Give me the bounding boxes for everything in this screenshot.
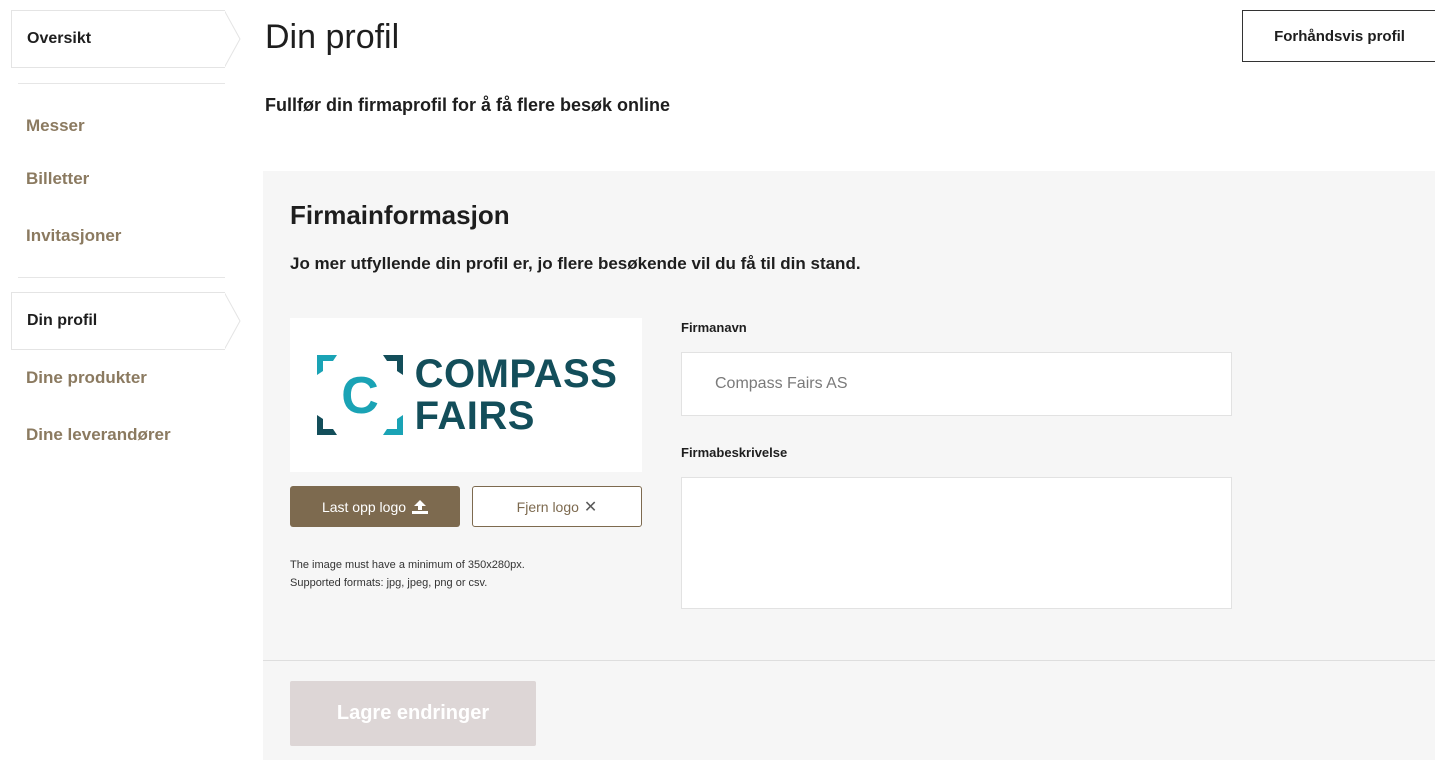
active-arrow-icon <box>224 10 241 68</box>
image-requirements-hint: The image must have a minimum of 350x280… <box>290 556 525 592</box>
sidebar-item-oversikt[interactable]: Oversikt <box>11 10 241 68</box>
sidebar-item-invitasjoner[interactable]: Invitasjoner <box>26 226 121 246</box>
hint-line: The image must have a minimum of 350x280… <box>290 559 525 571</box>
sidebar-item-label: Din profil <box>27 312 98 329</box>
active-arrow-icon <box>224 292 241 350</box>
upload-icon <box>412 499 429 514</box>
logo-line-1: COMPASS <box>414 352 618 396</box>
sidebar-divider <box>18 277 225 278</box>
logo-preview: C COMPASS FAIRS <box>290 318 642 472</box>
sidebar-item-dine-produkter[interactable]: Dine produkter <box>26 368 147 388</box>
save-changes-button[interactable]: Lagre endringer <box>290 681 536 746</box>
sidebar-item-messer[interactable]: Messer <box>26 116 85 136</box>
section-title: Firmainformasjon <box>290 200 510 230</box>
upload-logo-button[interactable]: Last opp logo <box>290 486 460 527</box>
company-description-input[interactable] <box>681 477 1232 609</box>
hint-line: Supported formats: jpg, jpeg, png or csv… <box>290 577 488 589</box>
sidebar-item-din-profil[interactable]: Din profil <box>11 292 241 350</box>
close-icon: ✕ <box>583 498 598 516</box>
upload-logo-label: Last opp logo <box>321 498 407 515</box>
sidebar-item-label: Oversikt <box>27 30 92 47</box>
page-title: Din profil <box>265 18 400 56</box>
remove-logo-label: Fjern logo <box>516 498 579 515</box>
logo-wordmark: COMPASS FAIRS <box>415 354 618 436</box>
company-name-label: Firmanavn <box>681 320 747 335</box>
section-description: Jo mer utfyllende din profil er, jo fler… <box>290 254 861 273</box>
page-subtitle: Fullfør din firmaprofil for å få flere b… <box>265 95 671 115</box>
remove-logo-button[interactable]: Fjern logo ✕ <box>472 486 642 527</box>
logo-line-2: FAIRS <box>414 394 535 438</box>
sidebar-item-dine-leverandorer[interactable]: Dine leverandører <box>26 425 171 445</box>
company-name-input[interactable] <box>681 352 1232 416</box>
company-description-label: Firmabeskrivelse <box>681 445 788 460</box>
compass-logo-mark-icon: C <box>316 355 403 435</box>
logo-mark-letter: C <box>341 367 379 425</box>
sidebar-item-billetter[interactable]: Billetter <box>26 169 89 189</box>
sidebar-divider <box>18 83 225 84</box>
preview-profile-button[interactable]: Forhåndsvis profil <box>1242 10 1435 62</box>
sidebar: Oversikt Messer Billetter Invitasjoner D… <box>0 0 245 760</box>
